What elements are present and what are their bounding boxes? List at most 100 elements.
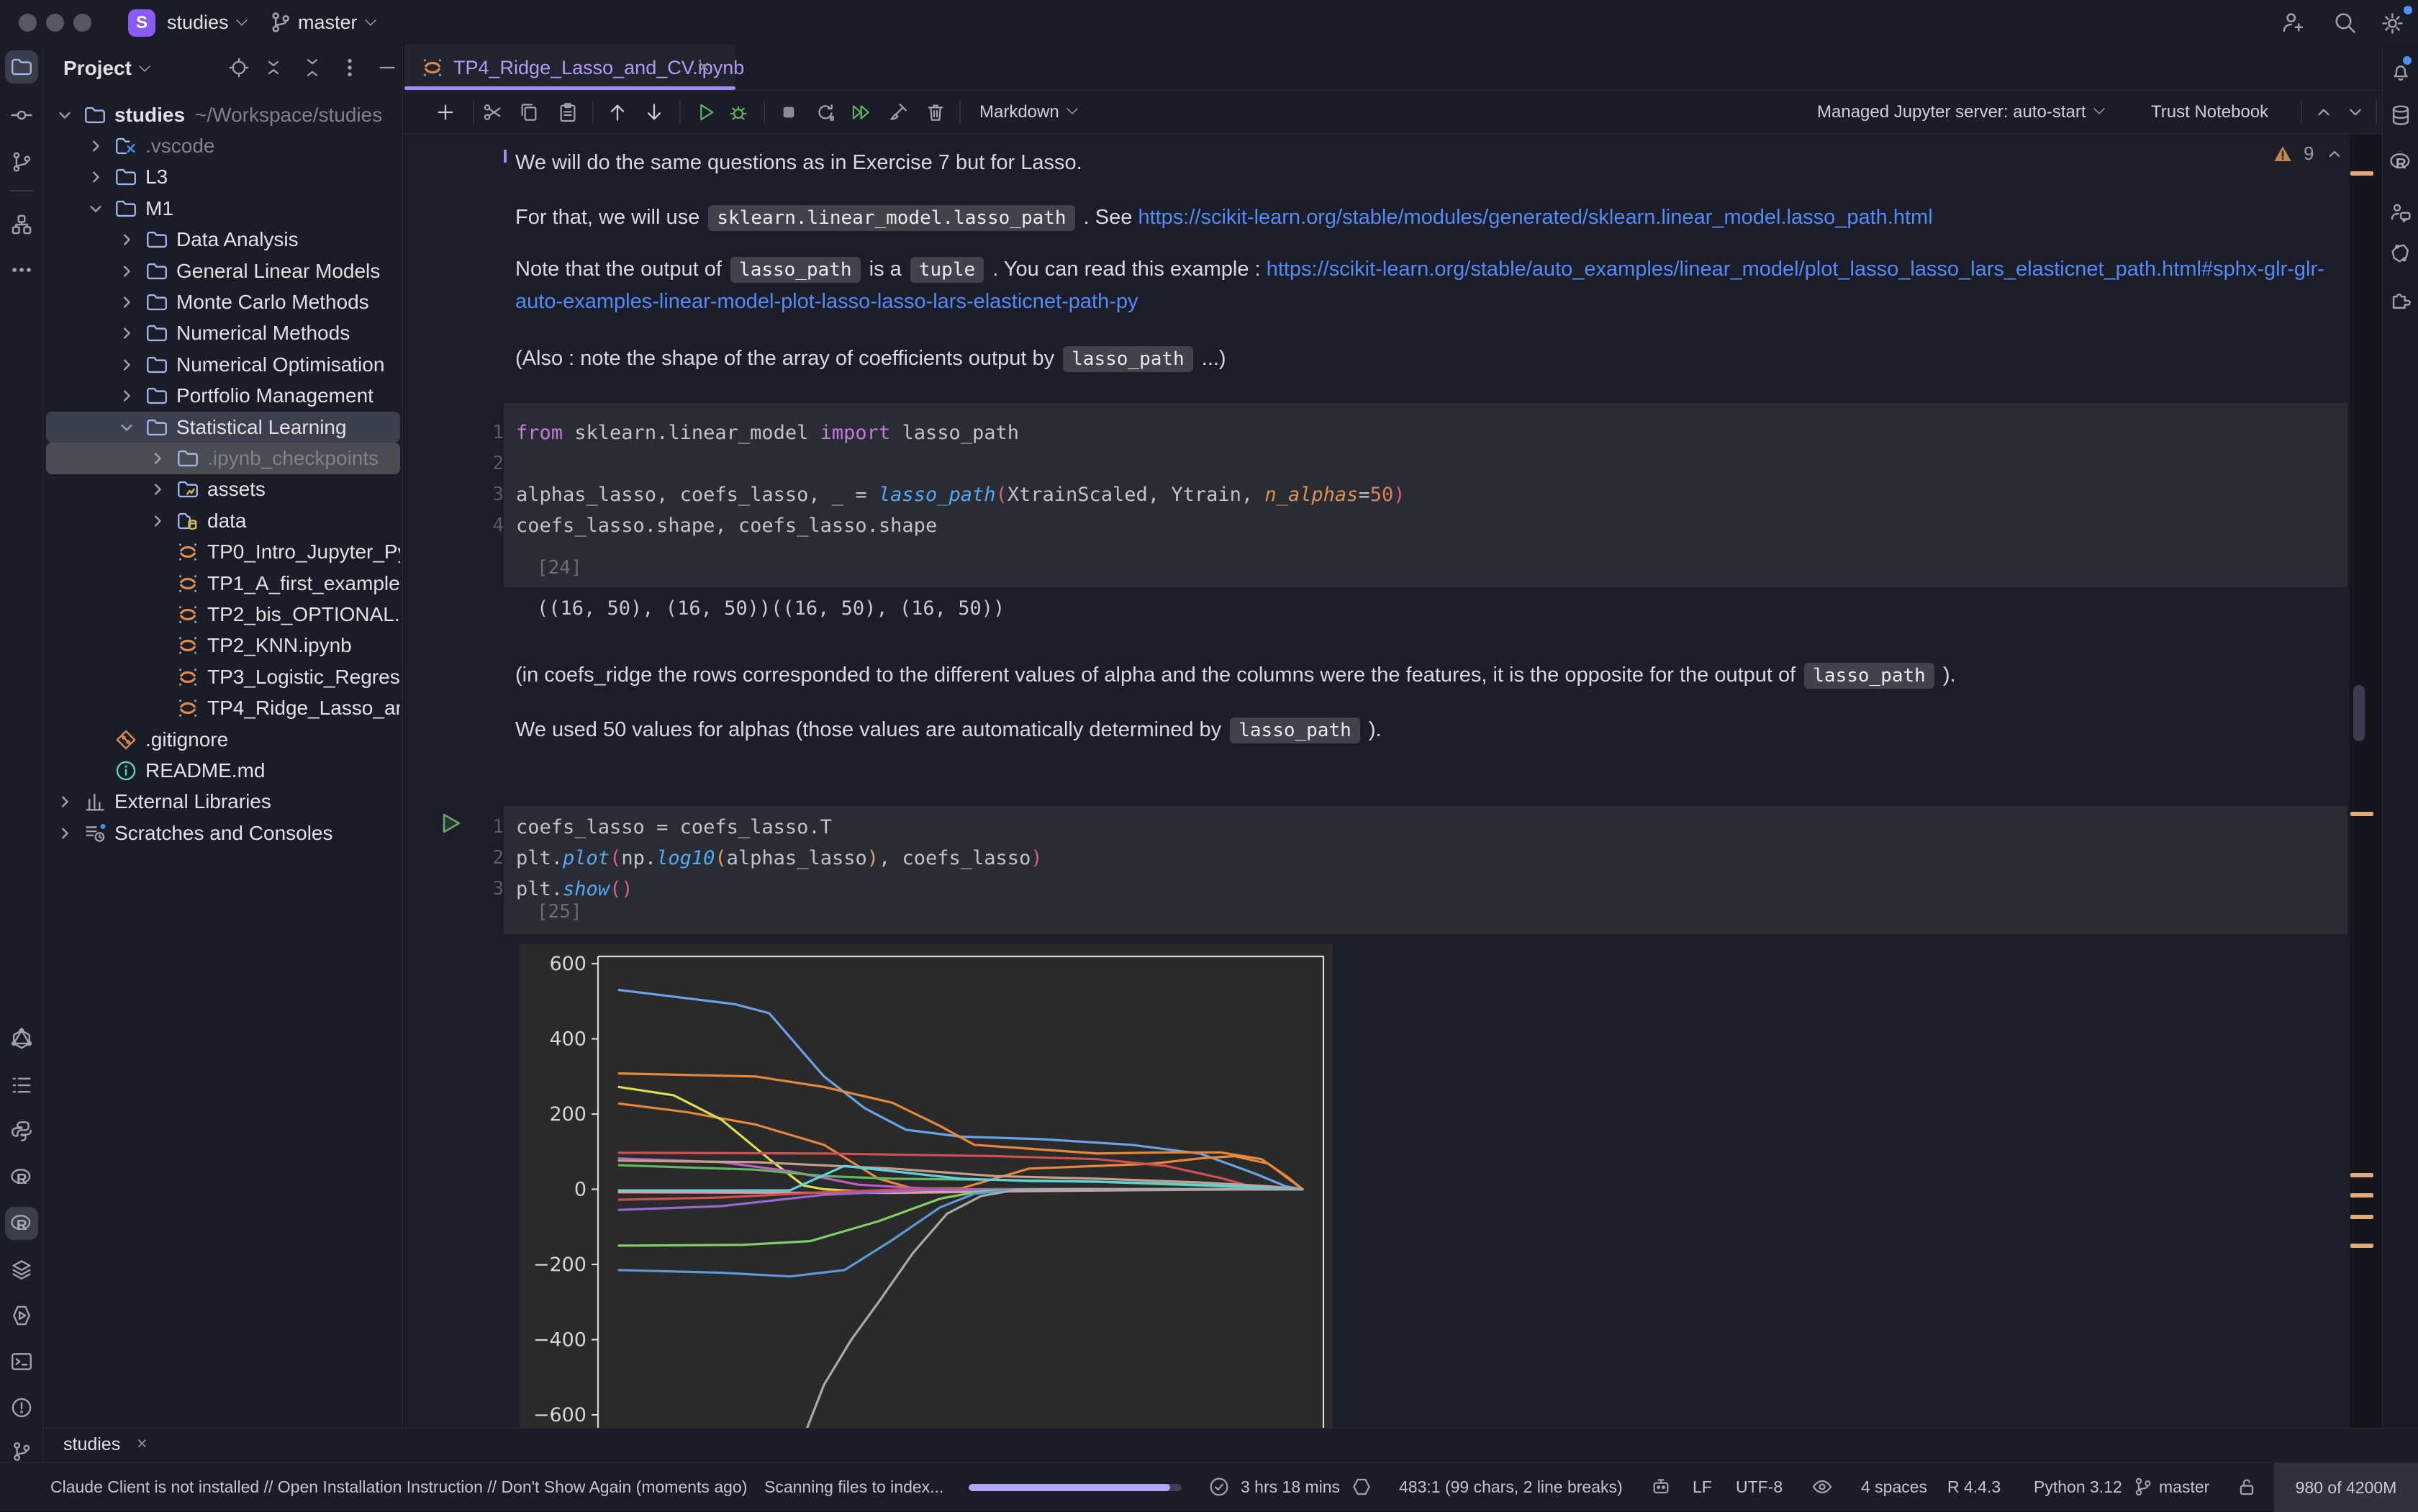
project-switcher[interactable]: studies (167, 12, 248, 34)
editor-scrollbar-thumb[interactable] (2353, 685, 2365, 741)
status-message[interactable]: Claude Client is not installed // Open I… (50, 1477, 747, 1497)
tree-item-readme-md[interactable]: README.md (46, 755, 400, 786)
chevron-right-icon[interactable] (112, 290, 142, 314)
jupyter-server-selector[interactable]: Managed Jupyter server: auto-start (1817, 102, 2105, 122)
chevron-down-icon[interactable] (50, 103, 80, 127)
tree-item-data[interactable]: data (46, 505, 400, 536)
r-version[interactable]: R 4.4.3 (1947, 1477, 2001, 1497)
run-all-icon[interactable] (849, 101, 872, 124)
more-vertical-icon[interactable] (338, 56, 361, 79)
window-close-button[interactable] (19, 14, 37, 32)
chevron-right-icon[interactable] (142, 446, 173, 471)
tree-item-general-linear-models[interactable]: General Linear Models (46, 255, 400, 286)
terminal-icon[interactable] (9, 1349, 34, 1374)
close-icon[interactable]: × (137, 1434, 148, 1454)
services-icon[interactable] (9, 1257, 34, 1282)
run-hexagon-icon[interactable] (9, 1303, 34, 1328)
window-zoom-button[interactable] (73, 14, 91, 32)
more-icon[interactable] (9, 258, 34, 282)
git-branch[interactable]: master (2159, 1477, 2209, 1497)
cut-icon[interactable] (481, 101, 504, 124)
hexagon-icon[interactable] (1350, 1475, 1373, 1498)
tree-item--ipynb-checkpoints[interactable]: .ipynb_checkpoints (46, 443, 400, 474)
chevron-down-icon[interactable] (81, 196, 111, 221)
paste-icon[interactable] (556, 101, 579, 124)
tree-item-l3[interactable]: L3 (46, 162, 400, 193)
tree-item-numerical-optimisation[interactable]: Numerical Optimisation (46, 349, 400, 380)
next-cell-icon[interactable] (2344, 101, 2367, 124)
tree-item-monte-carlo-methods[interactable]: Monte Carlo Methods (46, 286, 400, 317)
python-interpreter[interactable]: Python 3.12 (2034, 1477, 2122, 1497)
tree-item-tp1-a-first-example-ipynb[interactable]: TP1_A_first_example.ipynb (46, 568, 400, 599)
tree-item-numerical-methods[interactable]: Numerical Methods (46, 318, 400, 349)
tree-item-tp3-logistic-regression-ar[interactable]: TP3_Logistic_Regression_ar (46, 661, 400, 692)
prev-warning-icon[interactable] (2324, 143, 2345, 165)
project-folder-icon[interactable] (9, 55, 34, 79)
tree-item-assets[interactable]: assets (46, 474, 400, 505)
prev-cell-icon[interactable] (2312, 101, 2335, 124)
tree-item--vscode[interactable]: .vscode (46, 130, 400, 161)
tree-item-portfolio-management[interactable]: Portfolio Management (46, 381, 400, 412)
notebook-editor[interactable]: We will do the same questions as in Exer… (404, 134, 2350, 1428)
plugin-icon[interactable] (2388, 286, 2413, 311)
locate-icon[interactable] (227, 56, 250, 79)
clear-outputs-icon[interactable] (887, 101, 910, 124)
line-separator[interactable]: LF (1693, 1477, 1712, 1497)
r-console-icon[interactable]: R (9, 1211, 34, 1236)
database-icon[interactable] (2388, 103, 2413, 127)
debug-icon[interactable] (727, 101, 750, 124)
check-clock-icon[interactable] (1208, 1475, 1231, 1498)
move-up-icon[interactable] (606, 101, 629, 124)
branch-switcher[interactable]: master (298, 12, 376, 34)
trust-notebook-button[interactable]: Trust Notebook (2151, 102, 2268, 122)
tree-item--gitignore[interactable]: .gitignore (46, 724, 400, 755)
chevron-right-icon[interactable] (112, 384, 142, 408)
tool-window-tab-studies[interactable]: studies (63, 1434, 120, 1455)
r-console-icon[interactable]: R (2388, 150, 2413, 174)
caret-position[interactable]: 483:1 (99 chars, 2 line breaks) (1399, 1477, 1623, 1497)
unlock-icon[interactable] (2235, 1475, 2258, 1498)
r-lang-icon[interactable]: R (9, 1165, 34, 1190)
tree-item-data-analysis[interactable]: Data Analysis (46, 225, 400, 255)
delete-cell-icon[interactable] (924, 101, 947, 124)
restart-icon[interactable] (814, 101, 837, 124)
search-icon[interactable] (2332, 9, 2358, 35)
hide-icon[interactable] (376, 56, 399, 79)
cell-type-dropdown[interactable]: Markdown (979, 102, 1078, 122)
chevron-down-icon[interactable] (112, 415, 142, 440)
graph-icon[interactable] (9, 1027, 34, 1051)
stop-icon[interactable] (777, 101, 800, 124)
tree-item-tp2-knn-ipynb[interactable]: TP2_KNN.ipynb (46, 630, 400, 661)
copy-icon[interactable] (517, 101, 540, 124)
tree-item-studies[interactable]: studies~/Workspace/studies (46, 99, 400, 130)
add-collaborator-icon[interactable] (2280, 9, 2306, 35)
git-branch-icon[interactable] (9, 1439, 34, 1464)
chevron-right-icon[interactable] (50, 789, 80, 814)
tab-close-icon[interactable]: × (698, 55, 710, 78)
chevron-right-icon[interactable] (50, 821, 80, 846)
tree-item-tp2-bis-optional-ipynb[interactable]: TP2_bis_OPTIONAL.ipynb (46, 599, 400, 630)
chevron-right-icon[interactable] (112, 227, 142, 252)
chevron-right-icon[interactable] (112, 353, 142, 377)
endpoints-icon[interactable] (2388, 241, 2413, 266)
tree-item-statistical-learning[interactable]: Statistical Learning (46, 412, 400, 443)
problems-icon[interactable] (9, 1395, 34, 1420)
run-icon[interactable] (694, 101, 717, 124)
hyperlink[interactable]: https://scikit-learn.org/stable/modules/… (1138, 206, 1932, 229)
indent-setting[interactable]: 4 spaces (1861, 1477, 1927, 1497)
robot-icon[interactable] (1649, 1475, 1672, 1498)
tree-item-m1[interactable]: M1 (46, 193, 400, 224)
add-cell-icon[interactable] (434, 101, 457, 124)
tree-item-scratches-and-consoles[interactable]: Scratches and Consoles (46, 818, 400, 848)
python-icon[interactable] (9, 1119, 34, 1144)
project-panel-title[interactable]: Project (63, 57, 150, 80)
file-encoding[interactable]: UTF-8 (1736, 1477, 1783, 1497)
tree-item-external-libraries[interactable]: External Libraries (46, 787, 400, 818)
collapse-all-icon[interactable] (301, 56, 324, 79)
chevron-right-icon[interactable] (112, 321, 142, 345)
memory-indicator[interactable]: 980 of 4200M (2274, 1463, 2418, 1512)
eye-icon[interactable] (1811, 1475, 1834, 1498)
tree-item-tp4-ridge-lasso-and-cv-ip[interactable]: TP4_Ridge_Lasso_and_CV.ip (46, 692, 400, 723)
move-down-icon[interactable] (643, 101, 666, 124)
structure-icon[interactable] (9, 212, 34, 237)
